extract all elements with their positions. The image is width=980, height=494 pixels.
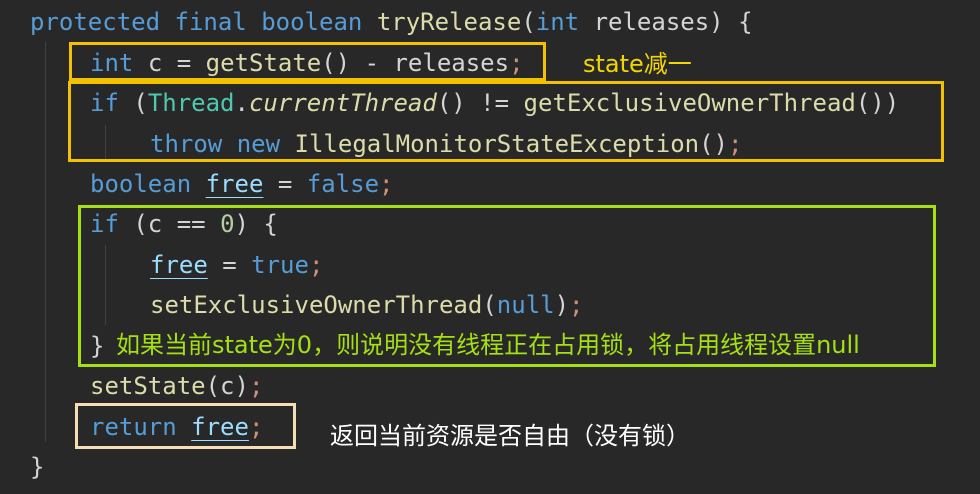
call-currentthread: currentThread: [248, 89, 437, 117]
literal-null: null: [496, 291, 555, 319]
semicolon: ;: [379, 170, 394, 198]
not-equal: () !=: [436, 89, 510, 117]
code-line-11: return free;: [90, 407, 263, 447]
code-line-3: if (Thread.currentThread() != getExclusi…: [90, 83, 899, 123]
code-editor: protected final boolean tryRelease(int r…: [0, 0, 980, 494]
open-paren: (: [482, 291, 497, 319]
code-line-4: throw new IllegalMonitorStateException()…: [150, 124, 742, 164]
equals: =: [222, 251, 237, 279]
indent-guide: [105, 245, 106, 325]
condition-close: ) {: [234, 210, 278, 238]
keyword-boolean: boolean: [90, 170, 192, 198]
semicolon: ;: [728, 130, 743, 158]
annotation-zero-release: 如果当前state为0，则说明没有线程正在占用锁，将占用线程设置null: [116, 331, 860, 359]
dot: .: [234, 89, 249, 117]
keyword-if: if: [90, 89, 119, 117]
indent-guide: [45, 42, 46, 442]
code-line-2: int c = getState() - releases;: [90, 43, 524, 83]
code-line-12: }: [30, 447, 44, 487]
close-brace: }: [90, 332, 105, 360]
close-parens: ()): [855, 89, 900, 117]
assign-lhs: c =: [147, 49, 192, 77]
annotation-state-decrement: state减一: [583, 50, 692, 78]
equals: =: [277, 170, 293, 198]
semicolon: ;: [308, 251, 324, 279]
semicolon: ;: [248, 372, 264, 400]
param-name: releases: [593, 8, 710, 36]
annotation-return-free: 返回当前资源是否自由（没有锁）: [330, 422, 690, 450]
expression-rest: () - releases: [321, 49, 510, 77]
semicolon: ;: [248, 413, 264, 441]
keyword-final: final: [174, 8, 247, 36]
code-line-10: setState(c);: [90, 366, 263, 406]
call-args: (c): [205, 372, 249, 400]
code-line-9: }: [90, 326, 104, 366]
var-free: free: [205, 170, 264, 198]
keyword-throw: throw: [150, 130, 223, 158]
exception-ctor: IllegalMonitorStateException: [294, 130, 700, 158]
number-zero: 0: [220, 210, 235, 238]
keyword-int: int: [90, 49, 134, 77]
indent-guide: [105, 125, 106, 161]
method-name: tryRelease: [376, 8, 522, 36]
class-thread: Thread: [147, 89, 235, 117]
close-paren-brace: ) {: [709, 8, 753, 36]
call-setstate: setState: [90, 372, 206, 400]
semicolon: ;: [569, 291, 584, 319]
code-line-6: if (c == 0) {: [90, 204, 278, 244]
code-line-8: setExclusiveOwnerThread(null);: [150, 285, 584, 325]
literal-true: true: [251, 251, 309, 279]
close-brace: }: [30, 453, 45, 481]
keyword-return: return: [90, 413, 177, 441]
keyword-protected: protected: [30, 8, 161, 36]
keyword-new: new: [236, 130, 281, 158]
keyword-int: int: [535, 8, 580, 36]
close-paren: ): [554, 291, 570, 319]
keyword-boolean: boolean: [261, 8, 363, 36]
literal-false: false: [306, 170, 380, 198]
code-line-7: free = true;: [150, 245, 323, 285]
semicolon: ;: [509, 49, 524, 77]
condition-open: (c ==: [133, 210, 206, 238]
parens: (): [699, 130, 728, 158]
code-line-5: boolean free = false;: [90, 164, 393, 204]
call-getstate: getState: [205, 49, 322, 77]
open-paren: (: [133, 89, 148, 117]
keyword-if: if: [90, 210, 119, 238]
call-getexclusiveownerthread: getExclusiveOwnerThread: [523, 89, 856, 117]
var-free: free: [150, 251, 208, 279]
open-paren: (: [521, 8, 536, 36]
code-line-1: protected final boolean tryRelease(int r…: [30, 2, 753, 42]
var-free: free: [191, 413, 249, 441]
call-setexclusiveownerthread: setExclusiveOwnerThread: [150, 291, 483, 319]
